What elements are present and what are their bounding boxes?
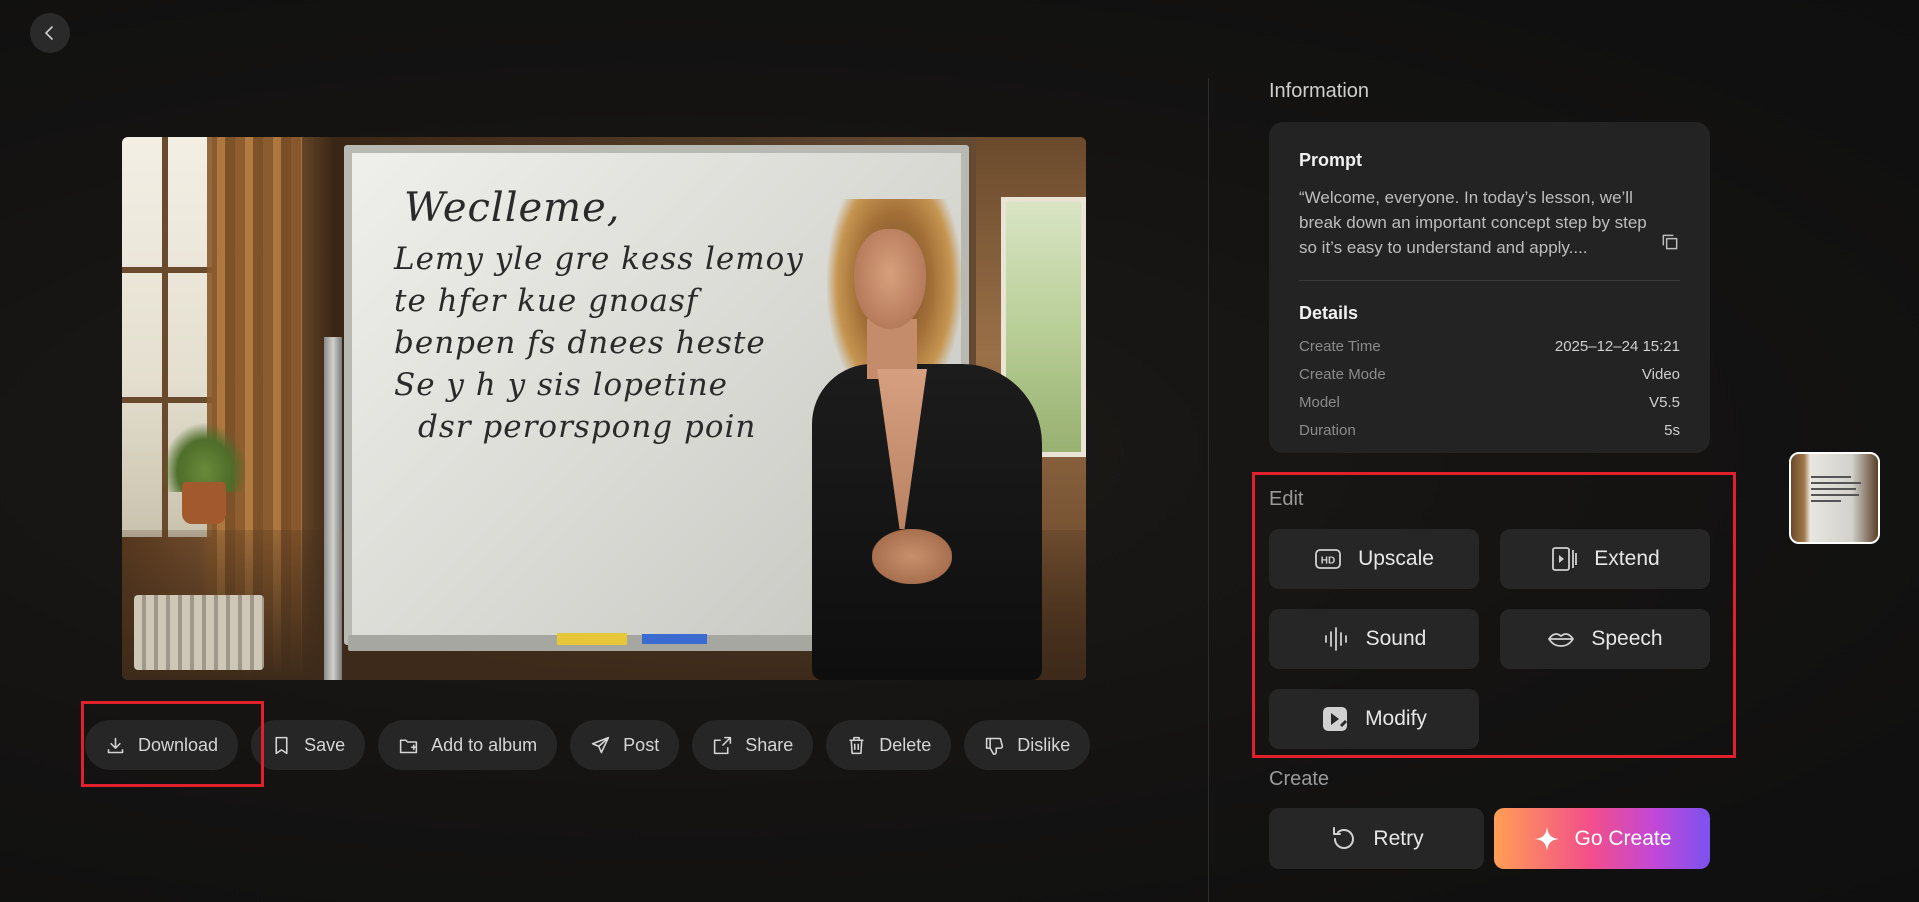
action-bar: Download Save Add to album Post Share De…: [85, 720, 1091, 770]
svg-text:HD: HD: [1321, 556, 1335, 567]
retry-button[interactable]: Retry: [1269, 808, 1484, 869]
presenter: [812, 199, 1052, 680]
details-heading: Details: [1299, 303, 1359, 323]
detail-row-duration: Duration 5s: [1299, 422, 1680, 440]
video-preview[interactable]: Weclleme, Lemy yle gre kess lemoy te hfe…: [122, 137, 1086, 680]
download-icon: [107, 737, 124, 753]
folder-add-icon: [399, 738, 418, 753]
download-button[interactable]: Download: [85, 720, 239, 770]
whiteboard-text: Weclleme, Lemy yle gre kess lemoy te hfe…: [394, 185, 804, 451]
thumbnail-image: [1811, 472, 1866, 506]
retry-icon: [1333, 826, 1355, 849]
eraser: [642, 634, 707, 644]
whiteboard-line: Se y h y sis lopetine: [394, 367, 729, 403]
edit-title: Edit: [1269, 488, 1304, 510]
share-icon: [714, 736, 732, 754]
upscale-label: Upscale: [1358, 547, 1434, 570]
whiteboard-line: Weclleme,: [404, 185, 621, 231]
plant-pot: [182, 482, 226, 524]
thumbs-down-icon: [986, 737, 1004, 755]
detail-key: Create Mode: [1299, 366, 1386, 383]
add-to-album-label: Add to album: [431, 734, 538, 755]
panel-divider: [1208, 78, 1209, 902]
retry-label: Retry: [1373, 826, 1424, 850]
detail-value: 2025–12–24 15:21: [1554, 338, 1680, 355]
copy-icon[interactable]: [1660, 232, 1680, 252]
detail-value: 5s: [1664, 422, 1680, 439]
trash-icon: [849, 736, 864, 754]
details-list: Create Time 2025–12–24 15:21 Create Mode…: [1299, 338, 1680, 440]
information-title: Information: [1269, 80, 1370, 102]
go-create-button[interactable]: Go Create: [1494, 808, 1710, 869]
hd-icon: HD: [1315, 549, 1341, 569]
video-extend-icon: [1552, 547, 1578, 571]
lips-icon: [1548, 633, 1575, 647]
whiteboard-stand: [324, 337, 342, 680]
whiteboard-line: benpen fs dnees heste: [394, 325, 766, 361]
detail-row-create-time: Create Time 2025–12–24 15:21: [1299, 338, 1680, 356]
detail-value: Video: [1641, 366, 1680, 383]
send-icon: [592, 736, 610, 753]
upscale-button[interactable]: HD Upscale: [1269, 529, 1479, 589]
save-button[interactable]: Save: [251, 720, 366, 770]
sparkle-icon: [1534, 826, 1559, 851]
speech-button[interactable]: Speech: [1500, 609, 1710, 669]
share-label: Share: [745, 734, 794, 755]
detail-value: V5.5: [1649, 394, 1680, 411]
detail-key: Duration: [1299, 422, 1356, 439]
modify-button[interactable]: Modify: [1269, 689, 1479, 749]
video-thumbnail[interactable]: [1789, 452, 1880, 544]
information-card: Prompt “Welcome, everyone. In today’s le…: [1269, 122, 1710, 453]
detail-row-create-mode: Create Mode Video: [1299, 366, 1680, 384]
sound-wave-icon: [1324, 627, 1347, 651]
share-button[interactable]: Share: [692, 720, 814, 770]
prompt-heading: Prompt: [1299, 150, 1362, 170]
back-button[interactable]: [30, 13, 70, 53]
whiteboard-line: te hfer kue gnoasf: [394, 283, 699, 319]
sound-button[interactable]: Sound: [1269, 609, 1479, 669]
bookmark-icon: [275, 736, 288, 754]
eraser: [557, 633, 627, 645]
post-button[interactable]: Post: [570, 720, 680, 770]
add-to-album-button[interactable]: Add to album: [378, 720, 558, 770]
save-label: Save: [304, 734, 346, 755]
dislike-label: Dislike: [1017, 734, 1071, 755]
detail-key: Create Time: [1299, 338, 1381, 355]
whiteboard-line: dsr perorspong poin: [418, 409, 757, 445]
detail-row-model: Model V5.5: [1299, 394, 1680, 412]
chevron-left-icon: [44, 26, 53, 40]
create-title: Create: [1269, 768, 1330, 790]
download-label: Download: [138, 734, 219, 755]
delete-button[interactable]: Delete: [826, 720, 952, 770]
extend-button[interactable]: Extend: [1500, 529, 1710, 589]
card-separator: [1299, 280, 1680, 281]
prompt-text[interactable]: “Welcome, everyone. In today’s lesson, w…: [1299, 185, 1664, 260]
whiteboard-line: Lemy yle gre kess lemoy: [394, 241, 804, 277]
modify-video-icon: [1323, 707, 1348, 731]
delete-label: Delete: [879, 734, 932, 755]
sound-label: Sound: [1365, 627, 1427, 650]
detail-key: Model: [1299, 394, 1340, 411]
post-label: Post: [623, 734, 660, 755]
radiator: [134, 595, 264, 670]
speech-label: Speech: [1591, 627, 1663, 650]
extend-label: Extend: [1594, 547, 1660, 570]
go-create-label: Go Create: [1574, 826, 1672, 850]
modify-label: Modify: [1365, 707, 1427, 730]
dislike-button[interactable]: Dislike: [964, 720, 1091, 770]
